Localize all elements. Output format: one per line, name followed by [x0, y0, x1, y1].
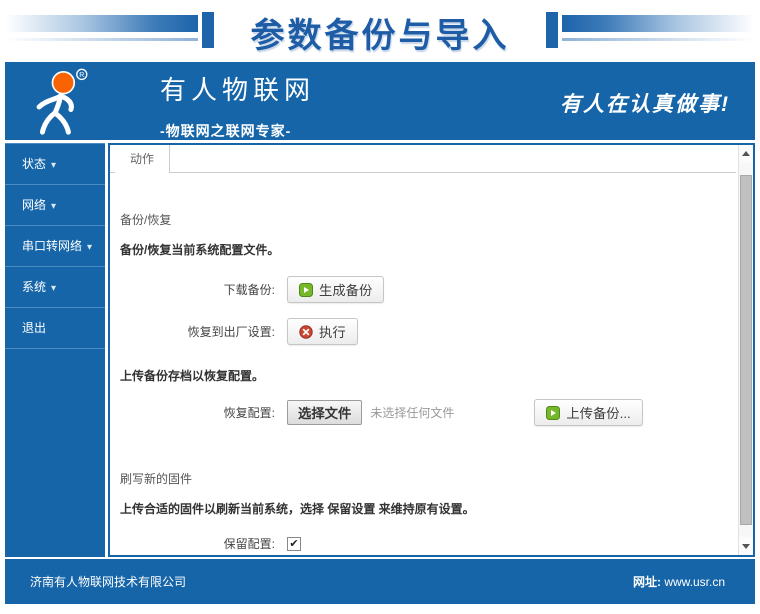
factory-reset-label: 恢复到出厂设置: — [187, 325, 275, 339]
restore-choose-file-button[interactable]: 选择文件 — [287, 400, 363, 425]
content-scrollbar[interactable] — [738, 145, 753, 555]
download-backup-label: 下载备份: — [223, 283, 275, 297]
execute-reset-button[interactable]: 执行 — [287, 318, 358, 345]
banner-decoration-bar-right — [562, 15, 754, 32]
usr-logo-icon: R — [21, 66, 99, 140]
restore-config-row: 恢复配置: 选择文件 未选择任何文件 上传备份... — [111, 399, 736, 426]
footer-website-label: 网址: — [632, 575, 661, 589]
restore-config-label: 恢复配置: — [223, 406, 275, 420]
chevron-down-icon: ▾ — [51, 201, 57, 212]
sidebar-item-network[interactable]: 网络 ▾ — [5, 185, 105, 226]
execute-reset-label: 执行 — [319, 325, 346, 340]
keep-settings-label: 保留配置: — [223, 537, 275, 551]
banner-decoration-line-right — [562, 38, 754, 41]
sidebar-item-label: 状态 — [22, 157, 47, 171]
keep-settings-checkbox[interactable]: ✔ — [287, 536, 301, 551]
brand-subtitle: -物联网之联网专家- — [160, 123, 292, 139]
keep-settings-row: 保留配置: ✔ — [111, 535, 736, 552]
app-header: R 有人物联网 -物联网之联网专家- 有人在认真做事! — [5, 62, 755, 140]
upload-green-icon — [546, 405, 561, 420]
apply-green-icon — [299, 282, 313, 297]
backup-restore-section-title: 备份/恢复 — [120, 213, 172, 227]
generate-backup-label: 生成备份 — [319, 283, 373, 298]
tab-action[interactable]: 动作 — [115, 145, 171, 173]
upload-backup-button[interactable]: 上传备份... — [534, 399, 643, 426]
upload-archive-heading: 上传备份存档以恢复配置。 — [120, 369, 265, 383]
upload-backup-label: 上传备份... — [566, 406, 631, 421]
sidebar-item-label: 串口转网络 — [22, 239, 83, 253]
sidebar-item-label: 退出 — [22, 321, 47, 335]
sidebar-item-logout[interactable]: 退出 — [5, 308, 105, 349]
footer-website-link[interactable]: www.usr.cn — [664, 575, 725, 589]
page-banner: 参数备份与导入 — [0, 0, 760, 60]
svg-text:R: R — [79, 71, 84, 79]
brand-slogan: 有人在认真做事! — [560, 93, 730, 116]
scrollbar-up-arrow[interactable] — [739, 145, 753, 163]
sidebar-item-serial-to-network[interactable]: 串口转网络 ▾ — [5, 226, 105, 267]
chevron-down-icon: ▾ — [51, 283, 57, 294]
restore-no-file-text: 未选择任何文件 — [370, 406, 455, 420]
sidebar-item-status[interactable]: 状态 ▾ — [5, 144, 105, 185]
app-footer: 济南有人物联网技术有限公司 网址: www.usr.cn — [5, 559, 755, 604]
sidebar-item-label: 系统 — [22, 280, 47, 294]
brand-title: 有人物联网 — [160, 75, 316, 105]
firmware-description: 上传合适的固件以刷新当前系统，选择 保留设置 来维持原有设置。 — [120, 502, 475, 516]
generate-backup-button[interactable]: 生成备份 — [287, 276, 385, 303]
sidebar-item-label: 网络 — [22, 198, 47, 212]
scrollbar-thumb[interactable] — [740, 175, 752, 525]
main-content: 动作 备份/恢复 备份/恢复当前系统配置文件。 下载备份: 生成备份 恢复到出厂… — [108, 143, 755, 557]
banner-decoration-tab-right — [546, 12, 558, 48]
scrollbar-down-arrow[interactable] — [739, 537, 753, 555]
chevron-down-icon: ▾ — [51, 160, 57, 171]
sidebar-nav: 状态 ▾ 网络 ▾ 串口转网络 ▾ 系统 ▾ 退出 — [5, 143, 105, 557]
reset-red-icon — [299, 324, 313, 339]
firmware-section-title: 刷写新的固件 — [120, 472, 193, 486]
download-backup-row: 下载备份: 生成备份 — [111, 276, 736, 303]
chevron-down-icon: ▾ — [87, 242, 93, 253]
factory-reset-row: 恢复到出厂设置: 执行 — [111, 318, 736, 345]
tab-bar: 动作 — [110, 145, 736, 173]
sidebar-item-system[interactable]: 系统 ▾ — [5, 267, 105, 308]
backup-restore-description: 备份/恢复当前系统配置文件。 — [120, 243, 280, 257]
footer-company: 济南有人物联网技术有限公司 — [30, 575, 187, 589]
